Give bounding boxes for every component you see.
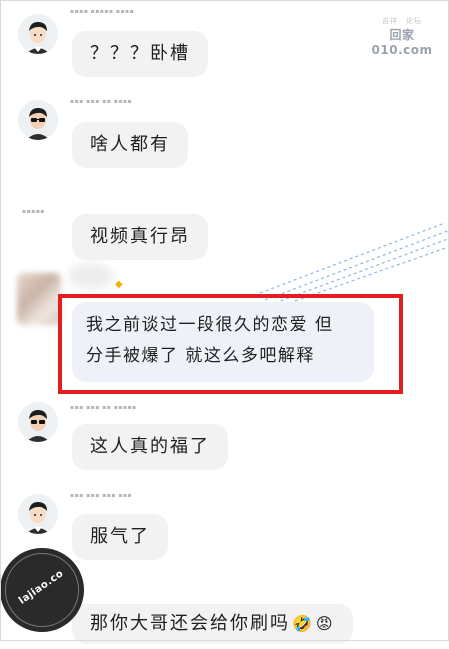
sender-name-blurred: ▪▪▪▪ ▪▪▪▪▪ ▪▪▪▪ — [70, 8, 135, 15]
sender-name-blurred — [68, 263, 114, 289]
laughing-crying-emoji-icon: 🤣 — [292, 614, 314, 633]
cartoon-face-icon — [18, 14, 58, 54]
cartoon-face-sunglasses-icon — [18, 402, 58, 442]
user-avatar-5[interactable] — [18, 402, 58, 442]
message-bubble[interactable]: ？？？卧槽 — [72, 31, 208, 77]
angry-face-emoji-icon: 😡 — [315, 614, 335, 633]
watermark-stripes — [259, 222, 449, 304]
watermark-line-2: 回家010.com — [371, 28, 433, 57]
sender-name-blurred: ▪▪▪ ▪▪▪ ▪▪▪ ▪▪▪ — [70, 492, 133, 499]
watermark-line-1: 吉祥 论坛 — [382, 17, 422, 25]
small-emoji-icon: ◆ — [115, 279, 123, 290]
sender-name-blurred: ▪▪▪ ▪▪▪ ▪▪ ▪▪▪▪▪ — [70, 404, 137, 411]
cartoon-face-sunglasses-icon — [18, 100, 58, 140]
message-bubble-highlighted[interactable]: 我之前谈过一段很久的恋爱 但 分手被爆了 就这么多吧解释 — [72, 302, 374, 382]
message-bubble[interactable]: 视频真行昂 — [72, 214, 208, 260]
message-text: 那你大哥还会给你刷吗 — [90, 613, 290, 634]
cartoon-face-icon — [18, 494, 58, 534]
user-avatar-6[interactable] — [18, 494, 58, 534]
sender-name-blurred: ▪▪▪▪▪ — [22, 208, 45, 215]
message-bubble[interactable]: 啥人都有 — [72, 122, 188, 168]
sender-name-blurred: ▪▪▪ ▪▪▪ ▪▪ ▪▪▪▪ — [70, 98, 133, 105]
site-watermark: 吉祥 论坛 回家010.com — [360, 16, 444, 57]
user-avatar-2[interactable] — [18, 100, 58, 140]
user-avatar-1[interactable] — [18, 14, 58, 54]
message-line-1: 我之前谈过一段很久的恋爱 但 — [86, 315, 334, 335]
message-bubble[interactable]: 这人真的福了 — [72, 424, 228, 470]
message-bubble[interactable]: 那你大哥还会给你刷吗 🤣 😡 — [72, 604, 353, 644]
user-avatar-blurred[interactable] — [17, 273, 61, 325]
message-bubble[interactable]: 服气了 — [72, 514, 168, 560]
message-line-2: 分手被爆了 就这么多吧解释 — [86, 346, 315, 366]
